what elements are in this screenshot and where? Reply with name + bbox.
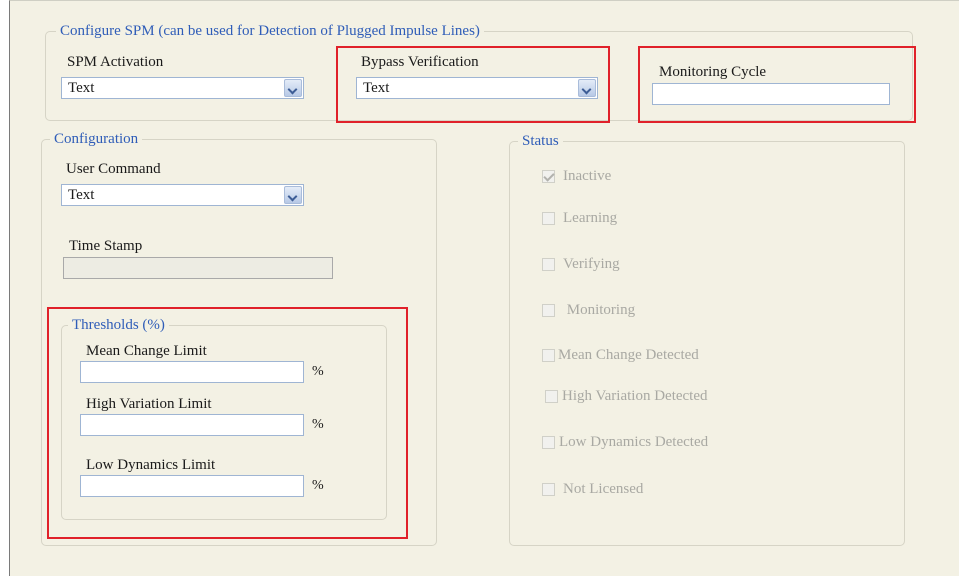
chevron-down-icon[interactable] xyxy=(284,186,302,204)
monitoring-cycle-field[interactable] xyxy=(653,84,889,104)
spm-activation-label: SPM Activation xyxy=(67,54,164,70)
checkbox-icon xyxy=(542,349,555,362)
checkbox-icon xyxy=(542,483,555,496)
mean-change-unit: % xyxy=(312,364,324,379)
status-inactive: Inactive xyxy=(542,168,611,185)
status-low-dynamics-detected-label: Low Dynamics Detected xyxy=(559,434,709,450)
bypass-verification-label: Bypass Verification xyxy=(361,54,479,70)
status-not-licensed: Not Licensed xyxy=(542,481,643,498)
chevron-down-icon[interactable] xyxy=(578,79,596,97)
status-inactive-label: Inactive xyxy=(563,168,612,184)
configuration-legend: Configuration xyxy=(50,130,143,148)
low-dynamics-limit-field[interactable] xyxy=(81,476,303,496)
time-stamp-label: Time Stamp xyxy=(69,238,143,254)
status-monitoring-label: Monitoring xyxy=(563,302,636,318)
checkbox-icon xyxy=(542,304,555,317)
checkbox-icon xyxy=(542,436,555,449)
mean-change-limit-label: Mean Change Limit xyxy=(86,343,207,359)
status-learning-label: Learning xyxy=(563,210,618,226)
status-not-licensed-label: Not Licensed xyxy=(563,481,644,497)
high-variation-limit-field[interactable] xyxy=(81,415,303,435)
checkbox-icon xyxy=(542,170,555,183)
low-dynamics-limit-input[interactable] xyxy=(80,475,304,497)
spm-activation-select[interactable]: Text xyxy=(61,77,304,99)
bypass-verification-value: Text xyxy=(363,80,390,96)
status-mean-change-detected-label: Mean Change Detected xyxy=(558,347,699,363)
monitoring-cycle-label: Monitoring Cycle xyxy=(659,64,767,80)
high-variation-limit-input[interactable] xyxy=(80,414,304,436)
user-command-select[interactable]: Text xyxy=(61,184,304,206)
low-dynamics-unit: % xyxy=(312,478,324,493)
high-variation-unit: % xyxy=(312,417,324,432)
status-verifying: Verifying xyxy=(542,256,620,273)
status-low-dynamics-detected: Low Dynamics Detected xyxy=(542,434,708,451)
status-high-variation-detected-label: High Variation Detected xyxy=(562,388,708,404)
checkbox-icon xyxy=(542,258,555,271)
configure-spm-legend: Configure SPM (can be used for Detection… xyxy=(56,22,484,40)
thresholds-legend: Thresholds (%) xyxy=(68,316,169,334)
status-learning: Learning xyxy=(542,210,617,227)
user-command-value: Text xyxy=(68,187,95,203)
bypass-verification-select[interactable]: Text xyxy=(356,77,598,99)
mean-change-limit-field[interactable] xyxy=(81,362,303,382)
status-mean-change-detected: Mean Change Detected xyxy=(542,347,699,364)
high-variation-limit-label: High Variation Limit xyxy=(86,396,212,412)
status-high-variation-detected: High Variation Detected xyxy=(545,388,708,405)
status-monitoring: Monitoring xyxy=(542,302,635,319)
time-stamp-field xyxy=(63,257,333,279)
spm-activation-value: Text xyxy=(68,80,95,96)
mean-change-limit-input[interactable] xyxy=(80,361,304,383)
chevron-down-icon[interactable] xyxy=(284,79,302,97)
monitoring-cycle-input[interactable] xyxy=(652,83,890,105)
checkbox-icon xyxy=(542,212,555,225)
user-command-label: User Command xyxy=(66,161,161,177)
status-legend: Status xyxy=(518,132,563,150)
checkbox-icon xyxy=(545,390,558,403)
status-verifying-label: Verifying xyxy=(563,256,620,272)
low-dynamics-limit-label: Low Dynamics Limit xyxy=(86,457,216,473)
time-stamp-input xyxy=(64,258,332,278)
